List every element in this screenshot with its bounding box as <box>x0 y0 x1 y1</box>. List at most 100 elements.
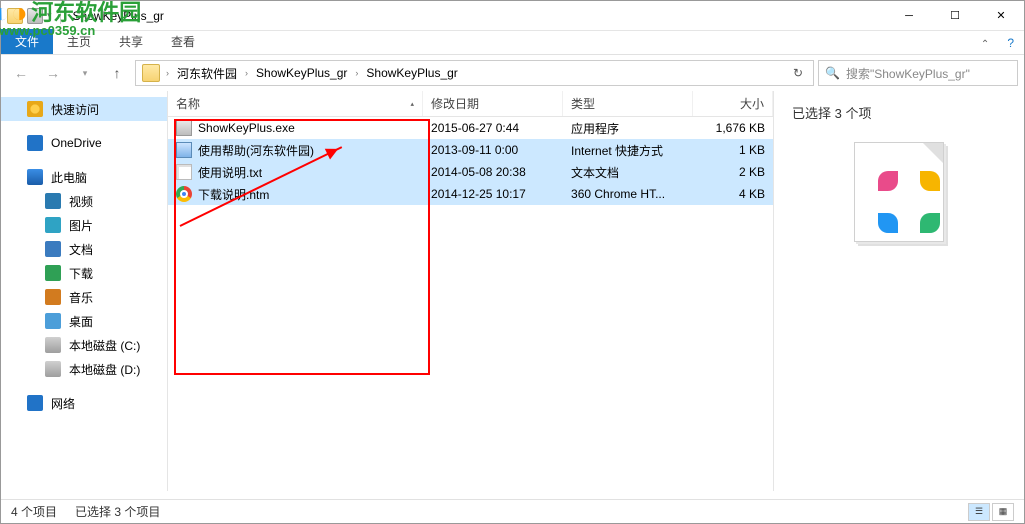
download-icon <box>45 265 61 281</box>
network-icon <box>27 395 43 411</box>
sidebar-item-label: 网络 <box>51 395 75 412</box>
view-details-button[interactable]: ☰ <box>968 503 990 521</box>
chevron-right-icon[interactable]: › <box>353 68 360 78</box>
file-date: 2013-09-11 0:00 <box>423 143 563 157</box>
file-date: 2014-12-25 10:17 <box>423 187 563 201</box>
sidebar-item-label: 此电脑 <box>51 169 87 186</box>
txt-icon <box>176 164 192 180</box>
col-label: 名称 <box>176 95 200 112</box>
sidebar-item-music[interactable]: 音乐 <box>1 285 167 309</box>
sidebar-item-label: 音乐 <box>69 289 93 306</box>
exe-icon <box>176 120 192 136</box>
search-placeholder: 搜索"ShowKeyPlus_gr" <box>846 65 970 82</box>
document-icon <box>45 241 61 257</box>
col-size[interactable]: 大小 <box>693 91 773 116</box>
crumb-0[interactable]: 河东软件园 <box>171 65 243 82</box>
sidebar-item-videos[interactable]: 视频 <box>1 189 167 213</box>
status-selected: 已选择 3 个项目 <box>75 503 160 520</box>
sidebar-item-label: 本地磁盘 (C:) <box>69 337 140 354</box>
file-row[interactable]: 使用帮助(河东软件园) 2013-09-11 0:00 Internet 快捷方… <box>168 139 773 161</box>
file-type: 360 Chrome HT... <box>563 187 693 201</box>
preview-pane: 已选择 3 个项 <box>773 91 1024 491</box>
tab-view[interactable]: 查看 <box>157 29 209 54</box>
file-size: 4 KB <box>693 187 773 201</box>
sidebar-item-downloads[interactable]: 下载 <box>1 261 167 285</box>
chevron-right-icon[interactable]: › <box>164 68 171 78</box>
sidebar-item-label: 视频 <box>69 193 93 210</box>
sidebar: 快速访问 OneDrive 此电脑 视频 图片 文档 下载 音乐 桌面 本地磁盘… <box>1 91 168 491</box>
file-row[interactable]: 下载说明.htm 2014-12-25 10:17 360 Chrome HT.… <box>168 183 773 205</box>
pc-icon <box>27 169 43 185</box>
address-bar-row: ← → ▾ ↑ › 河东软件园 › ShowKeyPlus_gr › ShowK… <box>1 55 1024 91</box>
video-icon <box>45 193 61 209</box>
star-icon <box>27 101 43 117</box>
col-date[interactable]: 修改日期 <box>423 91 563 116</box>
crumb-1[interactable]: ShowKeyPlus_gr <box>250 66 353 80</box>
breadcrumb[interactable]: › 河东软件园 › ShowKeyPlus_gr › ShowKeyPlus_g… <box>135 60 814 86</box>
status-bar: 4 个项目 已选择 3 个项目 ☰ ▦ <box>1 499 1024 523</box>
disk-icon <box>45 337 61 353</box>
preview-thumbnail <box>854 142 944 242</box>
file-row[interactable]: 使用说明.txt 2014-05-08 20:38 文本文档 2 KB <box>168 161 773 183</box>
sidebar-item-label: 下载 <box>69 265 93 282</box>
sidebar-item-label: OneDrive <box>51 136 102 150</box>
sidebar-item-documents[interactable]: 文档 <box>1 237 167 261</box>
column-headers: 名称▴ 修改日期 类型 大小 <box>168 91 773 117</box>
ribbon: 文件 主页 共享 查看 ⌃ ? <box>1 31 1024 55</box>
sidebar-item-desktop[interactable]: 桌面 <box>1 309 167 333</box>
file-type: Internet 快捷方式 <box>563 142 693 159</box>
chevron-right-icon[interactable]: › <box>243 68 250 78</box>
status-count: 4 个项目 <box>11 503 57 520</box>
file-name: ShowKeyPlus.exe <box>198 121 295 135</box>
sidebar-item-disk-d[interactable]: 本地磁盘 (D:) <box>1 357 167 381</box>
search-input[interactable]: 🔍 搜索"ShowKeyPlus_gr" <box>818 60 1018 86</box>
sidebar-item-disk-c[interactable]: 本地磁盘 (C:) <box>1 333 167 357</box>
sidebar-item-onedrive[interactable]: OneDrive <box>1 131 167 155</box>
preview-text: 已选择 3 个项 <box>792 103 871 122</box>
main-area: 快速访问 OneDrive 此电脑 视频 图片 文档 下载 音乐 桌面 本地磁盘… <box>1 91 1024 491</box>
file-type: 应用程序 <box>563 120 693 137</box>
refresh-icon[interactable]: ↻ <box>785 66 811 80</box>
view-large-button[interactable]: ▦ <box>992 503 1014 521</box>
help-icon[interactable]: ? <box>1001 36 1024 54</box>
file-date: 2014-05-08 20:38 <box>423 165 563 179</box>
cloud-icon <box>27 135 43 151</box>
close-button[interactable]: ✕ <box>978 1 1024 31</box>
file-size: 1 KB <box>693 143 773 157</box>
recent-chevron-icon[interactable]: ▾ <box>71 59 99 87</box>
sidebar-item-this-pc[interactable]: 此电脑 <box>1 165 167 189</box>
col-type[interactable]: 类型 <box>563 91 693 116</box>
app-icon <box>7 8 23 24</box>
forward-button[interactable]: → <box>39 59 67 87</box>
file-name: 使用帮助(河东软件园) <box>198 142 314 159</box>
back-button[interactable]: ← <box>7 59 35 87</box>
folder-icon <box>142 64 160 82</box>
file-row[interactable]: ShowKeyPlus.exe 2015-06-27 0:44 应用程序 1,6… <box>168 117 773 139</box>
file-name: 下载说明.htm <box>198 186 269 203</box>
title-bar: ▾ ShowKeyPlus_gr ─ ☐ ✕ <box>1 1 1024 31</box>
sidebar-item-label: 桌面 <box>69 313 93 330</box>
ribbon-collapse-icon[interactable]: ⌃ <box>975 39 1001 54</box>
file-type: 文本文档 <box>563 164 693 181</box>
disk-icon <box>45 361 61 377</box>
tab-file[interactable]: 文件 <box>1 29 53 54</box>
sidebar-item-quick-access[interactable]: 快速访问 <box>1 97 167 121</box>
qat-icon[interactable] <box>27 8 43 24</box>
file-list: 名称▴ 修改日期 类型 大小 ShowKeyPlus.exe 2015-06-2… <box>168 91 773 491</box>
minimize-button[interactable]: ─ <box>886 1 932 31</box>
file-name: 使用说明.txt <box>198 164 262 181</box>
search-icon: 🔍 <box>825 66 840 80</box>
up-button[interactable]: ↑ <box>103 59 131 87</box>
tab-share[interactable]: 共享 <box>105 29 157 54</box>
maximize-button[interactable]: ☐ <box>932 1 978 31</box>
picture-icon <box>45 217 61 233</box>
qat-chevron-icon[interactable]: ▾ <box>47 10 52 21</box>
sidebar-item-network[interactable]: 网络 <box>1 391 167 415</box>
sidebar-item-label: 文档 <box>69 241 93 258</box>
crumb-2[interactable]: ShowKeyPlus_gr <box>360 66 463 80</box>
tab-home[interactable]: 主页 <box>53 29 105 54</box>
sidebar-item-pictures[interactable]: 图片 <box>1 213 167 237</box>
music-icon <box>45 289 61 305</box>
col-name[interactable]: 名称▴ <box>168 91 423 116</box>
file-size: 2 KB <box>693 165 773 179</box>
